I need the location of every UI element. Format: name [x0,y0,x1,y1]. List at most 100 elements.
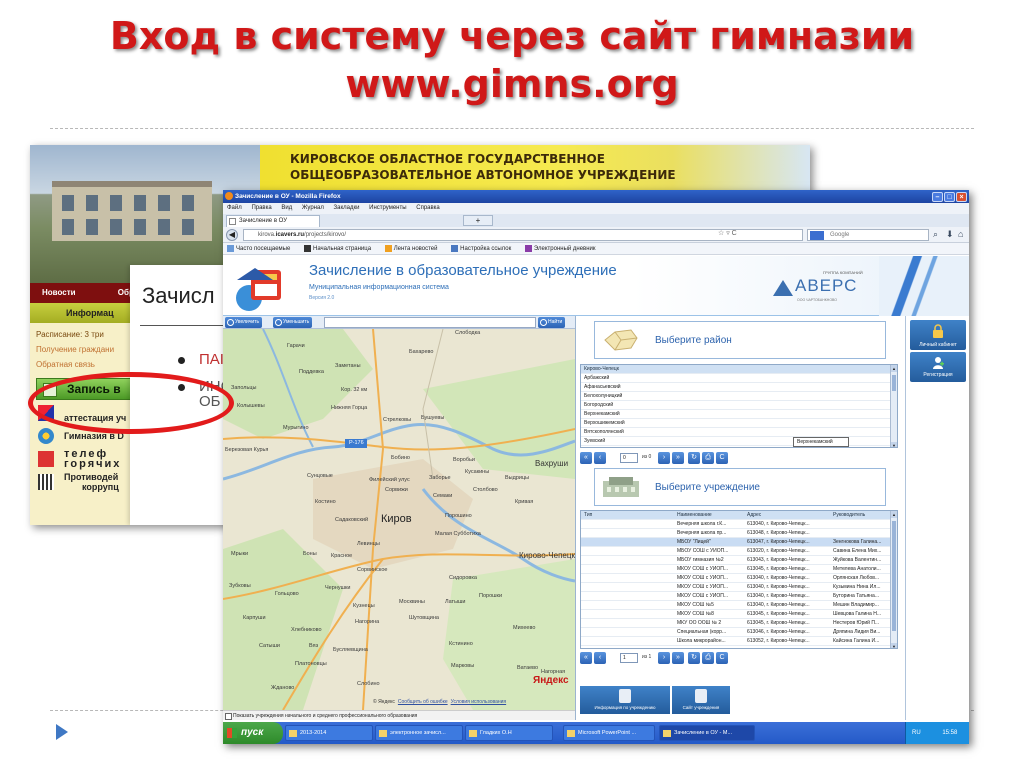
zoom-out-button[interactable]: Уменьшить [273,317,313,328]
bookmark-diary[interactable]: Электронный дневник [524,244,602,252]
search-icon[interactable]: ⌕ [933,229,938,240]
menu-tools[interactable]: Инструменты [369,205,406,211]
table-row[interactable]: МКОУ СОШ №5 613040, г. Кирово-Чепецк... Ме… [581,601,897,610]
table-row[interactable]: МКОУ СОШ с УИОП... 613040, г. Кирово-Чепе… [581,592,897,601]
table-cell: 613040, г. Кирово-Чепецк... [747,602,810,608]
reset-icon[interactable]: C [716,652,728,664]
back-button[interactable]: ◀ [226,229,238,241]
register-button[interactable]: Регистрация [910,352,966,382]
map-label: Нагорина [355,619,380,625]
task-electronic-enrollment[interactable]: электронное зачисл... [375,725,463,741]
bullet-item-1[interactable]: ПАІ [178,351,224,368]
table-row[interactable]: Вечерняя школа пр... 613048, г. Кирово-Че… [581,529,897,538]
institution-heading: Выберите учреждение [655,482,760,493]
home-icon[interactable]: ⌂ [958,229,963,239]
district-item[interactable]: Зуевский [581,437,897,446]
prev-page-button[interactable]: ‹ [594,452,606,464]
column-address[interactable]: Адрес [747,511,761,519]
show-vocational-checkbox[interactable]: Показать учреждения начального и среднег… [223,710,575,720]
personal-account-button[interactable]: Личный кабинет [910,320,966,350]
table-row[interactable]: МБОУ "Лицей" 613047, г. Кирово-Чепецк... З… [581,538,897,547]
table-row[interactable]: МКОУ СОШ с УИОП... 613040, г. Кирово-Чепе… [581,583,897,592]
task-gladkikh[interactable]: Гладких О.Н [465,725,553,741]
bookmark-most-visited[interactable]: Часто посещаемые [227,244,296,252]
menu-help[interactable]: Справка [416,205,440,211]
district-item[interactable]: Арбажский [581,374,897,383]
minimize-icon[interactable]: – [932,192,943,202]
download-icon[interactable]: ⬇ [946,229,954,240]
prev-page-button[interactable]: ‹ [594,652,606,664]
bookmark-settings[interactable]: Настройка ссылок [451,244,517,252]
last-page-button[interactable]: » [672,452,684,464]
print-icon[interactable]: ⎙ [702,652,714,664]
map-search-input[interactable] [324,317,536,328]
column-type[interactable]: Тип [584,511,592,519]
page-input[interactable]: 1 [620,653,638,663]
tab-enrollment[interactable]: Зачисление в ОУ [226,215,320,227]
navigation-bar: ◀ kirova.icavers.ru/projects/kirovo/ ☆ ▿… [223,227,969,243]
table-row[interactable]: МКУ ОО ООШ № 2 613045, г. Кирово-Чепецк..… [581,619,897,628]
info-icon [619,689,631,703]
find-button[interactable]: Найти [538,317,566,328]
column-name[interactable]: Наименование [677,511,712,519]
next-page-button[interactable]: › [658,452,670,464]
district-item[interactable]: Белохолуницкий [581,392,897,401]
start-button[interactable]: пуск [223,722,283,744]
map-label: Р-176 [349,440,364,446]
table-row[interactable]: Вечерняя школа г.К... 613040, г. Кирово-Ч… [581,520,897,529]
district-item[interactable]: Верхнекамский [581,410,897,419]
report-error-link[interactable]: Сообщить об ошибке [398,699,448,705]
refresh-icon[interactable]: ↻ [688,452,700,464]
table-row[interactable]: МКОУ СОШ с УИОП... 613045, г. Кирово-Чепе… [581,565,897,574]
map-label: Бусляевщина [333,647,368,653]
institution-info-button[interactable]: Информация по учреждению [580,686,670,714]
district-item[interactable]: Богородский [581,401,897,410]
table-row[interactable]: МКОУ СОШ №8 613045, г. Кирово-Чепецк... Ше… [581,610,897,619]
menu-history[interactable]: Журнал [302,205,324,211]
task-firefox[interactable]: Зачисление в ОУ - М... [659,725,755,741]
district-list-header[interactable]: Кирово-Чепецк [581,365,897,374]
menu-view[interactable]: Вид [281,205,292,211]
district-item[interactable]: Афанасьевский [581,383,897,392]
star-icon[interactable]: ☆ ▿ C [718,229,737,237]
institution-site-button[interactable]: Сайт учреждения [672,686,730,714]
table-row[interactable]: Школа микрорайон... 613052, г. Кирово-Чеп… [581,637,897,646]
city-map[interactable]: Слободка Гарачи Бахарево Заметаны Поддев… [223,329,575,710]
table-cell: 613040, г. Кирово-Чепецк... [747,575,810,581]
table-row[interactable]: МКОУ СОШ с УИОП... 613040, г. Кирово-Чепе… [581,574,897,583]
language-indicator[interactable]: RU [912,730,921,736]
district-item[interactable]: Вятскополянский [581,428,897,437]
table-row[interactable]: Специальная (корр... 613046, г. Кирово-Че… [581,628,897,637]
search-field[interactable]: Google [807,229,929,241]
maximize-icon[interactable]: □ [944,192,955,202]
map-label: Платоновцы [295,661,327,667]
column-director[interactable]: Руководитель [833,511,865,519]
last-page-button[interactable]: » [672,652,684,664]
institution-scrollbar[interactable]: ▲ ▼ [890,511,897,648]
task-powerpoint[interactable]: Microsoft PowerPoint ... [563,725,655,741]
bookmark-home[interactable]: Начальная страница [304,244,377,252]
menu-edit[interactable]: Правка [251,205,271,211]
map-label: Гольцово [275,591,299,597]
menu-bookmarks[interactable]: Закладки [334,205,360,211]
zoom-in-button[interactable]: Увеличить [225,317,263,328]
first-page-button[interactable]: « [580,452,592,464]
close-icon[interactable]: × [956,192,967,202]
print-icon[interactable]: ⎙ [702,452,714,464]
district-item[interactable]: Верхошижемский [581,419,897,428]
bookmark-news[interactable]: Лента новостей [384,244,444,252]
task-folder-2013[interactable]: 2013-2014 [285,725,373,741]
refresh-icon[interactable]: ↻ [688,652,700,664]
new-tab-button[interactable]: + [463,215,493,226]
next-page-button[interactable]: › [658,652,670,664]
district-scrollbar[interactable]: ▲ ▼ [890,365,897,447]
nav-news[interactable]: Новости [42,288,76,297]
terms-link[interactable]: Условия использования [451,699,507,705]
table-row[interactable]: МБОУ гимназия №2 613043, г. Кирово-Чепецк… [581,556,897,565]
page-input[interactable]: 0 [620,453,638,463]
table-row[interactable]: МБОУ СОШ с УИОП... 613020, г. Кирово-Чепе… [581,547,897,556]
table-cell: МКОУ СОШ с УИОП... [677,566,729,572]
first-page-button[interactable]: « [580,652,592,664]
reset-icon[interactable]: C [716,452,728,464]
menu-file[interactable]: Файл [227,205,242,211]
